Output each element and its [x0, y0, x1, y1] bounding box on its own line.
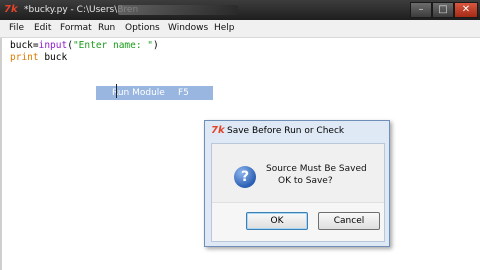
maximize-button[interactable]: □ [432, 2, 454, 18]
save-dialog: 7k Save Before Run or Check ? Source Mus… [204, 120, 390, 247]
redacted-path [118, 5, 238, 15]
idle-dialog-icon: 7k [211, 125, 225, 136]
code-line-2: print buck [10, 52, 67, 63]
menu-help[interactable]: Help [214, 20, 235, 37]
run-module-menu-item[interactable]: Run Module F5 [96, 86, 213, 100]
mouse-cursor-icon [116, 84, 119, 98]
question-icon: ? [234, 166, 256, 188]
menu-file[interactable]: File [9, 20, 24, 37]
run-module-label: Run Module [112, 88, 165, 98]
dialog-message-line-2: OK to Save? [278, 176, 333, 186]
menu-format[interactable]: Format [60, 20, 92, 37]
window-titlebar: 7k *bucky.py - C:\Users\Bren – □ ✕ [0, 0, 480, 20]
dialog-message-line-1: Source Must Be Saved [266, 164, 367, 174]
code-paren-close: ) [153, 40, 159, 51]
idle-app-icon: 7k [4, 4, 18, 15]
close-button[interactable]: ✕ [454, 2, 478, 18]
code-line-1: buck=input("Enter name: ") [10, 40, 159, 51]
dialog-button-strip: OK Cancel [212, 202, 384, 241]
run-module-shortcut: F5 [178, 88, 189, 98]
dialog-titlebar: 7k Save Before Run or Check [205, 121, 389, 141]
menu-windows[interactable]: Windows [168, 20, 208, 37]
code-builtin-input: input [38, 40, 68, 51]
code-string: "Enter name: " [72, 40, 154, 51]
minimize-button[interactable]: – [410, 2, 432, 18]
cancel-button[interactable]: Cancel [318, 212, 380, 230]
menu-edit[interactable]: Edit [34, 20, 51, 37]
menu-bar: File Edit Format Run Options Windows Hel… [0, 20, 480, 38]
menu-options[interactable]: Options [125, 20, 160, 37]
code-keyword-print: print [10, 52, 39, 63]
dialog-body: ? Source Must Be Saved OK to Save? OK Ca… [211, 143, 385, 242]
code-var: buck= [10, 40, 39, 51]
ok-button[interactable]: OK [246, 212, 308, 230]
menu-run[interactable]: Run [98, 20, 115, 37]
dialog-title: Save Before Run or Check [227, 126, 345, 136]
code-rest: buck [38, 52, 68, 63]
